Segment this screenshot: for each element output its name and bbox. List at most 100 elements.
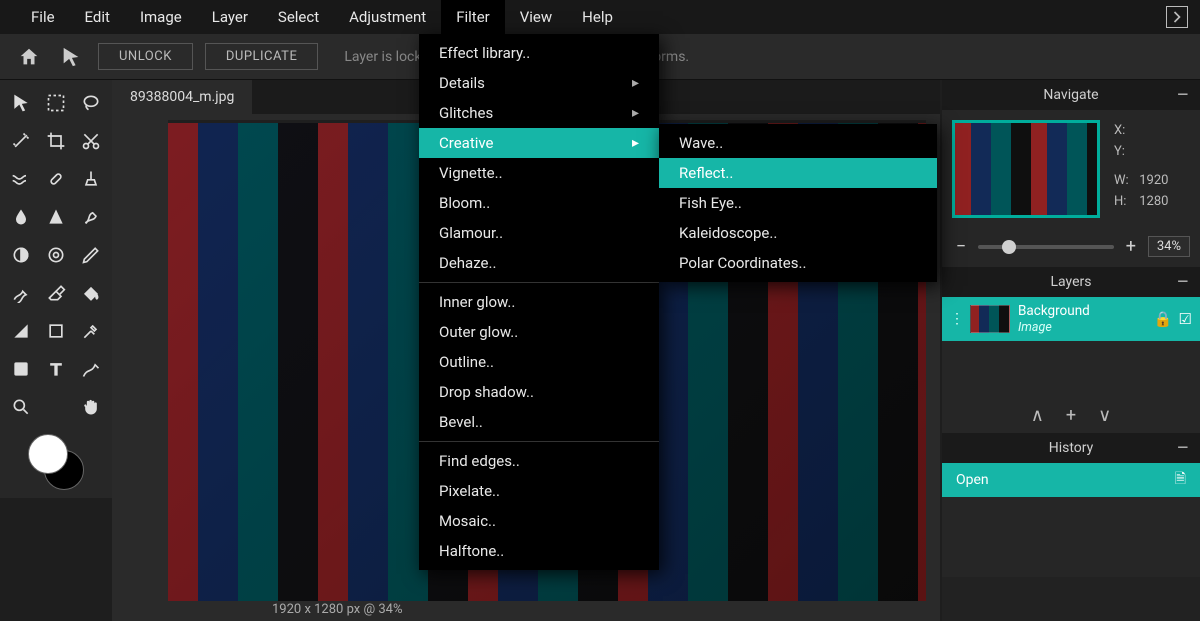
layers-panel: BackgroundImage 🔒 ☑ ∧ + ∨ (942, 297, 1200, 433)
dodge-tool[interactable] (6, 240, 35, 270)
document-tab[interactable]: 89388004_m.jpg (112, 80, 252, 114)
filter-find-edges[interactable]: Find edges.. (419, 446, 659, 476)
gradient-tool[interactable] (6, 316, 35, 346)
history-step-icon: 🗎 (1175, 468, 1186, 492)
filter-creative[interactable]: Creative (419, 128, 659, 158)
move-tool[interactable] (6, 88, 35, 118)
nav-h-label: H: (1114, 191, 1136, 212)
blur-tool[interactable] (6, 202, 35, 232)
wand-tool[interactable] (6, 126, 35, 156)
collapse-layers-icon[interactable]: — (1177, 274, 1188, 290)
history-row[interactable]: Open 🗎 (942, 463, 1200, 497)
hand-tool[interactable] (77, 392, 106, 422)
pen-tool[interactable] (77, 240, 106, 270)
filter-inner-glow[interactable]: Inner glow.. (419, 287, 659, 317)
navigate-panel-header: Navigate — (942, 80, 1200, 110)
layer-add-button[interactable]: + (1066, 405, 1076, 426)
layer-drag-handle[interactable] (950, 311, 962, 327)
creative-polar-coordinates[interactable]: Polar Coordinates.. (659, 248, 937, 278)
filter-dehaze[interactable]: Dehaze.. (419, 248, 659, 278)
creative-wave[interactable]: Wave.. (659, 128, 937, 158)
filter-outline[interactable]: Outline.. (419, 347, 659, 377)
home-icon[interactable] (14, 42, 44, 72)
creative-fish-eye[interactable]: Fish Eye.. (659, 188, 937, 218)
layer-thumbnail[interactable] (970, 305, 1010, 333)
text-tool[interactable] (41, 354, 70, 384)
heal-tool[interactable] (41, 164, 70, 194)
filter-effect-library[interactable]: Effect library.. (419, 38, 659, 68)
shape-tool[interactable] (41, 316, 70, 346)
filter-glamour[interactable]: Glamour.. (419, 218, 659, 248)
menu-separator (419, 282, 659, 283)
unlock-button[interactable]: UNLOCK (98, 43, 193, 70)
foreground-color[interactable] (28, 434, 68, 474)
filter-details[interactable]: Details (419, 68, 659, 98)
filter-bloom[interactable]: Bloom.. (419, 188, 659, 218)
color-swatches[interactable] (28, 434, 84, 490)
eyedropper-tool[interactable] (77, 316, 106, 346)
filter-drop-shadow[interactable]: Drop shadow.. (419, 377, 659, 407)
menu-view[interactable]: View (505, 0, 567, 34)
nav-y-label: Y: (1114, 141, 1136, 162)
zoom-out-button[interactable]: − (952, 236, 970, 257)
smudge-tool[interactable] (77, 202, 106, 232)
menu-edit[interactable]: Edit (70, 0, 125, 34)
sharpen-tool[interactable] (41, 202, 70, 232)
cursor-icon[interactable] (56, 42, 86, 72)
filter-glitches[interactable]: Glitches (419, 98, 659, 128)
menu-image[interactable]: Image (125, 0, 197, 34)
crop-tool[interactable] (41, 126, 70, 156)
duplicate-button[interactable]: DUPLICATE (205, 43, 318, 70)
filter-halftone[interactable]: Halftone.. (419, 536, 659, 566)
visibility-checkbox[interactable]: ☑ (1179, 310, 1192, 328)
expand-panel-icon[interactable] (1166, 6, 1188, 28)
layers-panel-header: Layers — (942, 267, 1200, 297)
zoom-slider[interactable] (978, 245, 1114, 249)
nav-x-label: X: (1114, 120, 1136, 141)
history-panel-header: History — (942, 433, 1200, 463)
collapse-navigate-icon[interactable]: — (1177, 87, 1188, 103)
canvas-status: 1920 x 1280 px @ 34% (272, 602, 402, 617)
toolbox (0, 80, 112, 498)
collapse-history-icon[interactable]: — (1177, 440, 1188, 456)
menu-layer[interactable]: Layer (197, 0, 263, 34)
menubar: File Edit Image Layer Select Adjustment … (0, 0, 1200, 34)
sponge-tool[interactable] (41, 240, 70, 270)
draw-tool[interactable] (77, 354, 106, 384)
menu-help[interactable]: Help (567, 0, 628, 34)
menu-adjustment[interactable]: Adjustment (334, 0, 441, 34)
navigate-thumbnail[interactable] (952, 120, 1100, 218)
marquee-tool[interactable] (41, 88, 70, 118)
creative-reflect[interactable]: Reflect.. (659, 158, 937, 188)
filter-vignette[interactable]: Vignette.. (419, 158, 659, 188)
creative-kaleidoscope[interactable]: Kaleidoscope.. (659, 218, 937, 248)
menu-file[interactable]: File (16, 0, 70, 34)
filter-pixelate[interactable]: Pixelate.. (419, 476, 659, 506)
layer-down-button[interactable]: ∨ (1098, 405, 1111, 426)
menu-select[interactable]: Select (263, 0, 334, 34)
zoom-tool[interactable] (6, 392, 35, 422)
layer-label: BackgroundImage (1018, 303, 1154, 336)
filter-mosaic[interactable]: Mosaic.. (419, 506, 659, 536)
lasso-tool[interactable] (77, 88, 106, 118)
menu-filter[interactable]: Filter (441, 0, 505, 34)
nav-w-label: W: (1114, 170, 1136, 191)
clone-tool[interactable] (77, 164, 106, 194)
eraser-tool[interactable] (41, 278, 70, 308)
navigate-title: Navigate (1043, 87, 1098, 103)
cut-tool[interactable] (77, 126, 106, 156)
filter-bevel[interactable]: Bevel.. (419, 407, 659, 437)
fill-tool[interactable] (77, 278, 106, 308)
navigate-info: X: Y: W: 1920 H: 1280 (1114, 120, 1190, 212)
layer-up-button[interactable]: ∧ (1031, 405, 1044, 426)
zoom-value[interactable]: 34% (1148, 236, 1190, 257)
liquify-tool[interactable] (6, 164, 35, 194)
zoom-controls: − + 34% (942, 228, 1200, 267)
nav-h-value: 1280 (1139, 191, 1168, 212)
lock-icon[interactable]: 🔒 (1154, 310, 1173, 328)
frame-tool[interactable] (6, 354, 35, 384)
filter-outer-glow[interactable]: Outer glow.. (419, 317, 659, 347)
zoom-in-button[interactable]: + (1122, 236, 1140, 257)
layer-row[interactable]: BackgroundImage 🔒 ☑ (942, 297, 1200, 341)
brush-tool[interactable] (6, 278, 35, 308)
